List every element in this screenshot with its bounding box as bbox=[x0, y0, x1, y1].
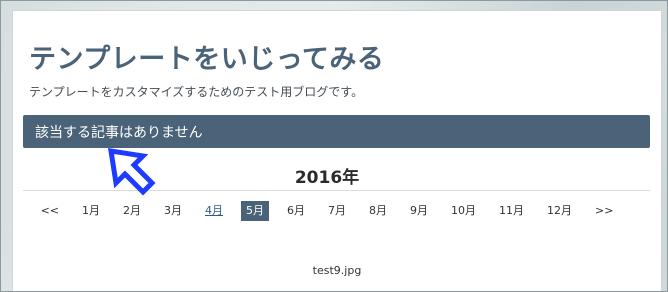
month-3: 3月 bbox=[164, 204, 182, 217]
prev-year-link[interactable]: << bbox=[36, 201, 64, 221]
site-description: テンプレートをカスタマイズするためのテスト用ブログです。 bbox=[29, 85, 364, 99]
month-2: 2月 bbox=[123, 204, 141, 217]
month-1: 1月 bbox=[82, 204, 100, 217]
month-9: 9月 bbox=[410, 204, 428, 217]
site-title[interactable]: テンプレートをいじってみる bbox=[29, 37, 384, 76]
month-8: 8月 bbox=[369, 204, 387, 217]
month-navigation: << 1月 2月 3月 4月 5月 6月 7月 8月 9月 10月 11月 12… bbox=[13, 201, 641, 221]
image-caption: test9.jpg bbox=[312, 264, 362, 277]
month-6: 6月 bbox=[287, 204, 305, 217]
month-5-current: 5月 bbox=[241, 201, 269, 221]
month-10: 10月 bbox=[451, 204, 476, 217]
arrow-pointer-icon bbox=[108, 148, 156, 196]
month-11: 11月 bbox=[499, 204, 524, 217]
month-7: 7月 bbox=[328, 204, 346, 217]
month-4-link[interactable]: 4月 bbox=[200, 201, 228, 221]
next-year-link[interactable]: >> bbox=[590, 201, 618, 221]
month-12: 12月 bbox=[547, 204, 572, 217]
